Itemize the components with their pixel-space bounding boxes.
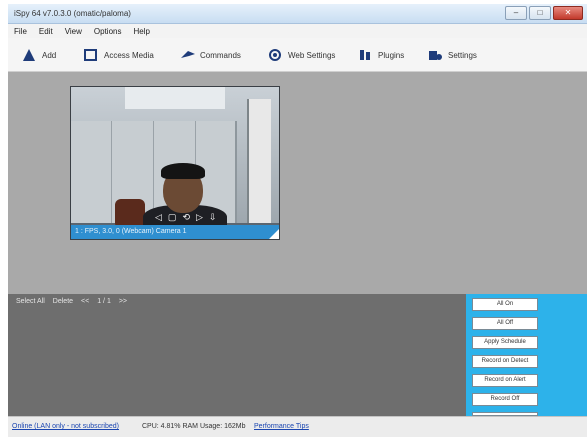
plugins-icon (358, 48, 372, 62)
toolbar: Add Access Media Commands Web Settings P… (8, 38, 587, 72)
camera-feed-cabinet-seam (111, 121, 112, 223)
settings-button[interactable]: Settings (428, 48, 477, 62)
resize-handle-icon[interactable] (269, 229, 279, 239)
window-controls: – □ ✕ (505, 6, 583, 20)
camera-tile[interactable]: ◁ ▢ ⟲ ▷ ⇩ 1 : FPS, 3.0, 0 (Webcam) Camer… (70, 86, 280, 240)
menu-options[interactable]: Options (94, 27, 122, 36)
title-bar: iSpy 64 v7.0.3.0 (omatic/paloma) – □ ✕ (8, 4, 587, 24)
all-off-button[interactable]: All Off (472, 317, 538, 330)
minimize-button[interactable]: – (505, 6, 527, 20)
plugins-label: Plugins (378, 50, 405, 60)
menu-help[interactable]: Help (133, 27, 149, 36)
maximize-button[interactable]: □ (529, 6, 551, 20)
window-title: iSpy 64 v7.0.3.0 (omatic/paloma) (14, 9, 131, 18)
close-button[interactable]: ✕ (553, 6, 583, 20)
settings-label: Settings (448, 50, 477, 60)
log-toolbar: Select All Delete << 1 / 1 >> (16, 298, 127, 305)
camera-status-bar: 1 : FPS, 3.0, 0 (Webcam) Camera 1 (71, 225, 279, 239)
online-status-link[interactable]: Online (LAN only - not subscribed) (12, 423, 119, 430)
add-icon (22, 48, 36, 62)
camera-feed-door (247, 99, 271, 223)
page-indicator: 1 / 1 (97, 298, 111, 305)
menu-file[interactable]: File (14, 27, 27, 36)
page-prev-link[interactable]: << (81, 298, 89, 305)
camera-status-text: 1 : FPS, 3.0, 0 (Webcam) Camera 1 (75, 228, 187, 235)
log-panel: Select All Delete << 1 / 1 >> All On All… (8, 294, 587, 416)
camera-control-record-icon[interactable]: ▢ (168, 211, 177, 223)
camera-control-refresh-icon[interactable]: ⟲ (182, 211, 190, 223)
add-label: Add (42, 50, 57, 60)
camera-control-download-icon[interactable]: ⇩ (209, 211, 217, 223)
delete-link[interactable]: Delete (53, 298, 73, 305)
status-bar: Online (LAN only - not subscribed) CPU: … (8, 416, 587, 437)
access-media-label: Access Media (104, 50, 154, 60)
camera-control-prev-icon[interactable]: ◁ (155, 211, 162, 223)
web-settings-label: Web Settings (288, 50, 336, 60)
actions-panel: All On All Off Apply Schedule Record on … (466, 294, 587, 416)
menu-bar: File Edit View Options Help (8, 24, 587, 38)
performance-tips-link[interactable]: Performance Tips (254, 423, 309, 430)
media-icon (84, 48, 98, 62)
page-next-link[interactable]: >> (119, 298, 127, 305)
all-on-button[interactable]: All On (472, 298, 538, 311)
plugins-button[interactable]: Plugins (358, 48, 404, 62)
system-stats: CPU: 4.81% RAM Usage: 162Mb (142, 423, 246, 430)
camera-overlay-controls: ◁ ▢ ⟲ ▷ ⇩ (155, 211, 216, 223)
settings-icon (428, 48, 442, 62)
access-media-button[interactable]: Access Media (84, 48, 154, 62)
apply-schedule-button[interactable]: Apply Schedule (472, 336, 538, 349)
commands-button[interactable]: Commands (180, 48, 241, 62)
select-all-link[interactable]: Select All (16, 298, 45, 305)
web-settings-button[interactable]: Web Settings (268, 48, 335, 62)
record-on-alert-button[interactable]: Record on Alert (472, 374, 538, 387)
record-on-detect-button[interactable]: Record on Detect (472, 355, 538, 368)
camera-feed-person-hair (161, 163, 205, 179)
menu-edit[interactable]: Edit (39, 27, 53, 36)
add-button[interactable]: Add (22, 48, 56, 62)
camera-feed-ceiling (125, 87, 225, 109)
commands-icon (180, 48, 195, 62)
camera-control-next-icon[interactable]: ▷ (196, 211, 203, 223)
commands-label: Commands (200, 50, 241, 60)
record-off-button[interactable]: Record Off (472, 393, 538, 406)
menu-view[interactable]: View (65, 27, 82, 36)
camera-workspace: ◁ ▢ ⟲ ▷ ⇩ 1 : FPS, 3.0, 0 (Webcam) Camer… (8, 72, 587, 294)
web-settings-icon (268, 48, 282, 62)
app-window: iSpy 64 v7.0.3.0 (omatic/paloma) – □ ✕ F… (8, 4, 587, 437)
